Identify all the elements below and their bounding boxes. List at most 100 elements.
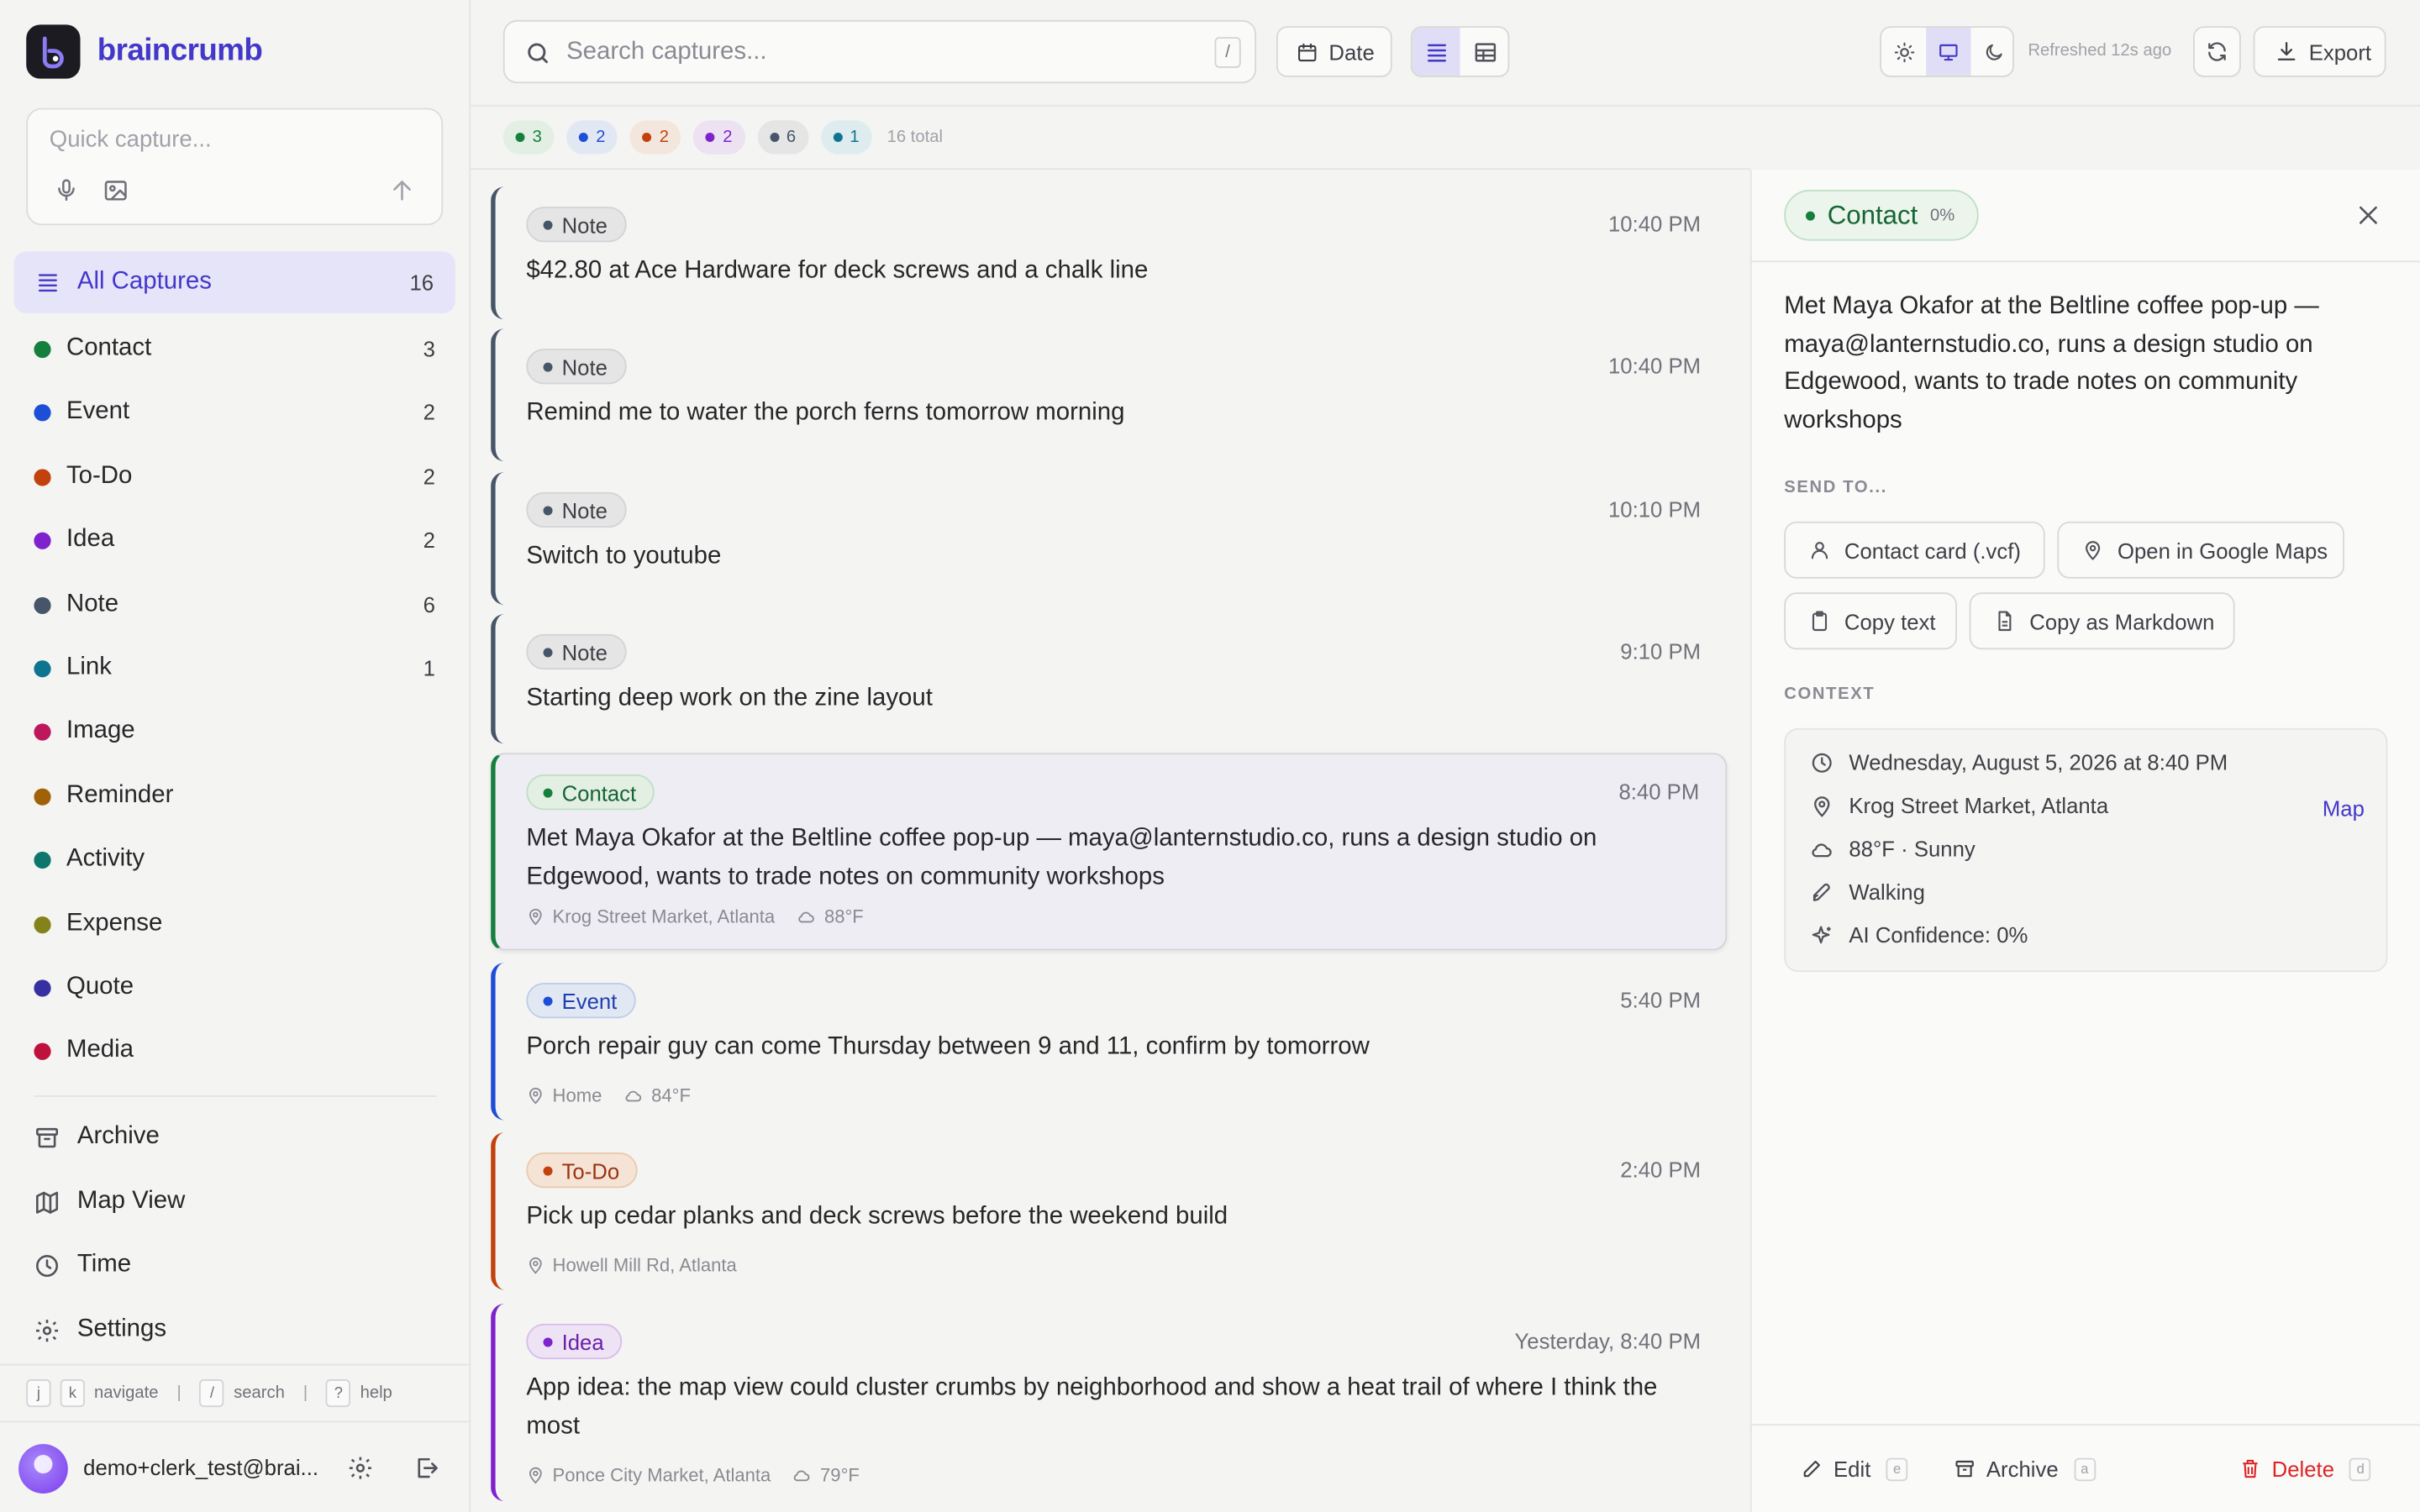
sidebar-item-idea[interactable]: Idea 2	[0, 509, 471, 572]
app-name: braincrumb	[97, 34, 263, 68]
refresh-button[interactable]	[2192, 26, 2241, 77]
sidebar-item-note[interactable]: Note 6	[0, 574, 471, 637]
clock-icon	[34, 1252, 60, 1278]
filter-chip[interactable]: 3	[502, 120, 555, 155]
cloud-icon	[1810, 837, 1833, 860]
sidebar-item-activity[interactable]: Activity	[0, 829, 471, 892]
type-dot	[543, 219, 553, 229]
sidebar-item-to-do[interactable]: To-Do 2	[0, 445, 471, 508]
capture-location: Home	[526, 1084, 602, 1106]
capture-card[interactable]: Note 10:10 PM Switch to youtube	[491, 472, 1728, 605]
capture-card[interactable]: To-Do 2:40 PM Pick up cedar planks and d…	[491, 1132, 1728, 1290]
open-google-maps-button[interactable]: Open in Google Maps	[2057, 521, 2344, 579]
chip-dot	[769, 132, 779, 142]
sidebar-item-quote[interactable]: Quote	[0, 957, 471, 1020]
gear-icon[interactable]	[347, 1455, 373, 1481]
filter-chip[interactable]: 2	[566, 120, 618, 155]
sidebar-item-contact[interactable]: Contact 3	[0, 318, 471, 381]
edit-button[interactable]: Edit e	[1801, 1457, 1908, 1481]
capture-card[interactable]: Event 5:40 PM Porch repair guy can come …	[491, 963, 1728, 1121]
filter-chip[interactable]: 2	[693, 120, 745, 155]
map-link[interactable]: Map	[2323, 796, 2365, 821]
sun-icon[interactable]	[1881, 28, 1926, 76]
kbd-slash: /	[199, 1379, 225, 1408]
capture-time: 5:40 PM	[1620, 987, 1702, 1012]
capture-type-label: To-Do	[561, 1158, 620, 1183]
archive-label: Archive	[1986, 1456, 2059, 1482]
capture-time: 2:40 PM	[1620, 1157, 1702, 1182]
sidebar-item-event[interactable]: Event 2	[0, 381, 471, 444]
quick-capture-box[interactable]: Quick capture...	[26, 108, 444, 226]
app-logo[interactable]: braincrumb	[26, 24, 263, 79]
sidebar-item-settings[interactable]: Settings	[0, 1300, 471, 1363]
sidebar-item-label: Reminder	[66, 781, 174, 809]
capture-weather: 79°F	[792, 1464, 860, 1486]
capture-detail-panel: Contact 0% Met Maya Okafor at the Beltli…	[1749, 170, 2420, 1512]
kbd-j: j	[26, 1379, 51, 1408]
capture-card[interactable]: Idea Yesterday, 8:40 PM App idea: the ma…	[491, 1304, 1728, 1502]
sidebar-item-count: 2	[423, 528, 435, 553]
table-view-icon[interactable]	[1461, 28, 1507, 76]
sidebar-item-media[interactable]: Media	[0, 1021, 471, 1084]
detail-type-badge[interactable]: Contact 0%	[1784, 189, 1978, 241]
capture-card[interactable]: Note 10:40 PM $42.80 at Ace Hardware for…	[491, 186, 1728, 320]
detail-text: Met Maya Okafor at the Beltline coffee p…	[1784, 292, 2319, 433]
sidebar-item-map-view[interactable]: Map View	[0, 1173, 471, 1236]
nav-all-captures[interactable]: All Captures 16	[13, 251, 455, 313]
detail-footer: Edit e Archive a Delete d	[1751, 1424, 2420, 1512]
chip-dot	[706, 132, 716, 142]
sidebar-item-archive[interactable]: Archive	[0, 1108, 471, 1171]
microphone-icon[interactable]	[54, 177, 78, 203]
sidebar-item-image[interactable]: Image	[0, 701, 471, 764]
send-to-heading: SEND TO...	[1784, 478, 1888, 497]
type-dot	[543, 1336, 553, 1347]
capture-time: 10:40 PM	[1607, 353, 1702, 378]
submit-arrow-up-icon[interactable]	[389, 177, 415, 203]
sign-out-icon[interactable]	[413, 1455, 439, 1481]
sidebar-item-label: Event	[66, 398, 130, 425]
user-email[interactable]: demo+clerk_test@brai...	[83, 1455, 318, 1479]
type-dot	[543, 647, 553, 657]
filter-chip[interactable]: 2	[629, 120, 681, 155]
copy-text-button[interactable]: Copy text	[1784, 592, 1957, 650]
export-button[interactable]: Export	[2253, 26, 2386, 77]
filter-chip[interactable]: 1	[820, 120, 872, 155]
search-input[interactable]: Search captures... /	[502, 19, 1257, 84]
close-icon[interactable]	[2355, 202, 2381, 228]
list-view-icon[interactable]	[1412, 28, 1460, 76]
sidebar-item-count: 2	[423, 464, 435, 489]
detail-confidence: 0%	[1930, 206, 1955, 225]
capture-type-label: Note	[561, 639, 608, 664]
capture-card[interactable]: Note 10:40 PM Remind me to water the por…	[491, 328, 1728, 462]
sidebar-item-link[interactable]: Link 1	[0, 638, 471, 701]
delete-button[interactable]: Delete d	[2239, 1457, 2372, 1481]
capture-type-badge: Note	[526, 207, 626, 243]
capture-time: Yesterday, 8:40 PM	[1514, 1328, 1702, 1353]
download-icon	[2275, 40, 2298, 64]
copy-markdown-button[interactable]: Copy as Markdown	[1969, 592, 2235, 650]
archive-button[interactable]: Archive a	[1954, 1456, 2096, 1482]
view-mode-toggle	[1410, 26, 1510, 77]
monitor-icon[interactable]	[1926, 28, 1971, 76]
category-dot	[34, 1043, 51, 1061]
capture-card[interactable]: Contact 8:40 PM Met Maya Okafor at the B…	[491, 753, 1728, 951]
sidebar-item-expense[interactable]: Expense	[0, 893, 471, 956]
sidebar-item-reminder[interactable]: Reminder	[0, 765, 471, 828]
search-icon	[524, 40, 550, 66]
context-ai-confidence-text: AI Confidence: 0%	[1849, 922, 2028, 948]
sidebar-item-time[interactable]: Time	[0, 1236, 471, 1299]
moon-icon[interactable]	[1971, 28, 2013, 76]
avatar[interactable]	[18, 1444, 68, 1494]
date-filter-button[interactable]: Date	[1276, 26, 1392, 77]
user-icon	[1809, 538, 1831, 562]
chip-count: 2	[723, 128, 733, 147]
filter-chip[interactable]: 6	[756, 120, 808, 155]
action-label: Copy text	[1844, 608, 1936, 633]
capture-card[interactable]: Note 9:10 PM Starting deep work on the z…	[491, 614, 1728, 744]
contact-card-button[interactable]: Contact card (.vcf)	[1784, 521, 2045, 579]
sidebar-item-count: 1	[423, 655, 435, 680]
context-heading: CONTEXT	[1784, 685, 1876, 704]
quick-capture-input[interactable]: Quick capture...	[50, 127, 212, 153]
image-icon[interactable]	[102, 177, 129, 203]
capture-location-text: Howell Mill Rd, Atlanta	[552, 1254, 737, 1276]
